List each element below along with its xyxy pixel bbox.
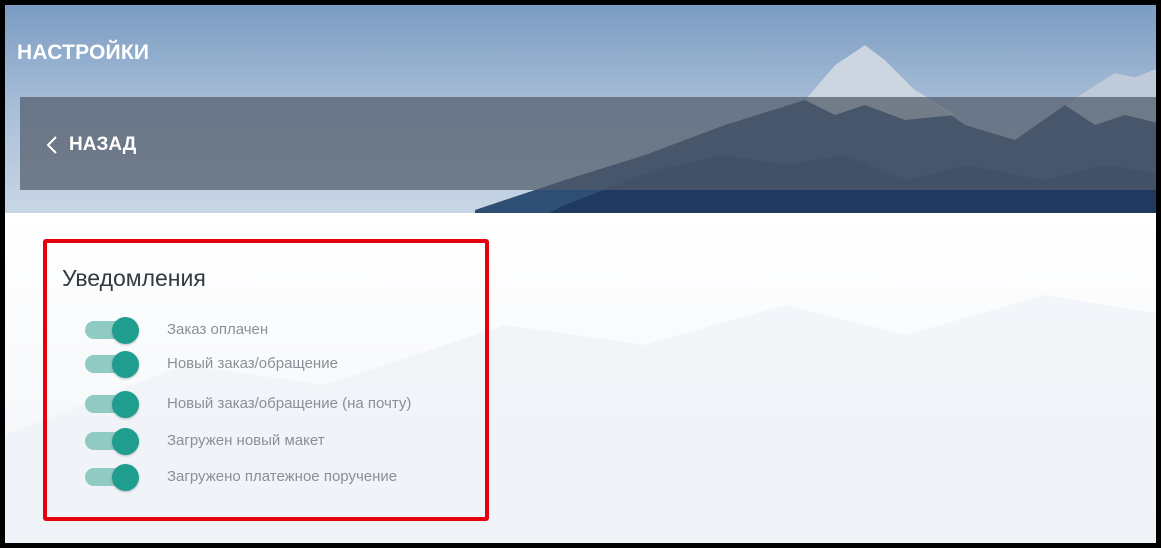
header: НАСТРОЙКИ: [5, 5, 1156, 97]
toggle-knob: [112, 317, 139, 344]
notification-label: Загружен новый макет: [167, 431, 325, 449]
chevron-left-icon: [46, 136, 57, 154]
back-button[interactable]: НАЗАД: [45, 129, 136, 161]
toggle-switch[interactable]: [85, 351, 143, 378]
notification-label: Заказ оплачен: [167, 320, 269, 338]
toggle-knob: [112, 464, 139, 491]
notification-row: Новый заказ/обращение: [85, 348, 338, 378]
back-bar: [20, 97, 1156, 190]
back-button-label: НАЗАД: [69, 134, 137, 155]
notification-row: Загружено платежное поручение: [85, 461, 397, 491]
toggle-switch[interactable]: [85, 317, 143, 344]
notification-row: Новый заказ/обращение (на почту): [85, 388, 411, 418]
notification-row: Загружен новый макет: [85, 425, 325, 455]
toggle-knob: [112, 428, 139, 455]
notifications-title: Уведомления: [62, 265, 206, 291]
toggle-switch[interactable]: [85, 428, 143, 455]
toggle-switch[interactable]: [85, 464, 143, 491]
app-window: НАСТРОЙКИ НАЗАД Уведомления Заказ оплаче…: [0, 0, 1161, 548]
toggle-knob: [112, 391, 139, 418]
toggle-switch[interactable]: [85, 391, 143, 418]
notification-label: Новый заказ/обращение: [167, 354, 338, 372]
toggle-knob: [112, 351, 139, 378]
notification-label: Новый заказ/обращение (на почту): [167, 394, 412, 412]
notification-row: Заказ оплачен: [85, 314, 268, 344]
notification-label: Загружено платежное поручение: [167, 467, 398, 485]
page-title: НАСТРОЙКИ: [17, 41, 150, 64]
